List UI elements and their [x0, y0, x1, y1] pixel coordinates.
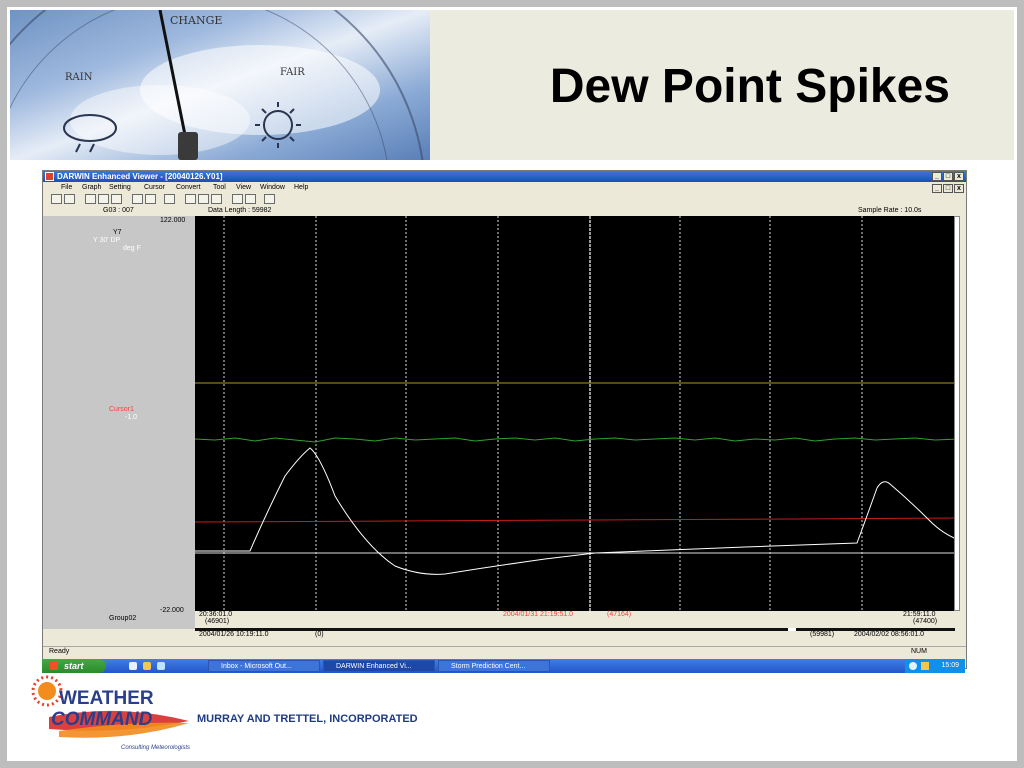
cursor-tool-icon[interactable] — [164, 194, 175, 204]
barometer-change-label: CHANGE — [170, 14, 222, 27]
filter-icon[interactable] — [111, 194, 122, 204]
sample-rate: Sample Rate : 10.0s — [858, 207, 922, 214]
channel-id: G03 : 007 — [103, 207, 134, 214]
layout-3-icon[interactable] — [211, 194, 222, 204]
child-minimize-button[interactable]: _ — [932, 184, 942, 193]
menu-cursor[interactable]: Cursor — [144, 182, 165, 193]
cursor-label: Cursor1 — [109, 406, 134, 413]
settings-icon[interactable] — [245, 194, 256, 204]
clock: 15:09 — [941, 662, 959, 669]
darwin-viewer-window: DARWIN Enhanced Viewer - [20040126.Y01] … — [42, 170, 967, 669]
system-tray: 15:09 — [905, 659, 965, 673]
sunburst-icon — [31, 675, 63, 707]
logo-tagline: Consulting Meteorologists — [121, 745, 190, 751]
range-end-index: (59981) — [810, 631, 835, 638]
channel-description: Y 30' DP — [93, 237, 121, 244]
slide: CHANGE RAIN FAIR Dew Point Spikes DARWIN… — [7, 7, 1017, 761]
menubar: File Graph Setting Cursor Convert Tool V… — [43, 182, 966, 193]
windows-logo-icon — [50, 662, 58, 670]
horizontal-scrollbar[interactable] — [195, 628, 955, 631]
menu-file[interactable]: File — [61, 182, 72, 193]
cursor-index: (47164) — [607, 611, 632, 618]
child-restore-button[interactable]: □ — [943, 184, 953, 193]
barometer-illustration: CHANGE RAIN FAIR — [10, 10, 424, 160]
y-min-label: -22.000 — [160, 607, 184, 614]
end-time: 21:59:11.0 — [903, 611, 936, 618]
start-index: (46901) — [205, 618, 230, 625]
refresh-icon[interactable] — [98, 194, 109, 204]
group-label: Group02 — [109, 615, 137, 622]
layout-1-icon[interactable] — [185, 194, 196, 204]
y-max-label: 122.000 — [160, 217, 186, 224]
slide-title: Dew Point Spikes — [549, 60, 950, 113]
menu-view[interactable]: View — [236, 182, 251, 193]
menu-tool[interactable]: Tool — [213, 182, 226, 193]
range-end: 2004/02/02 08:56:01.0 — [854, 631, 925, 638]
print-icon[interactable] — [64, 194, 75, 204]
app-icon — [45, 172, 54, 181]
barometer-fair-label: FAIR — [280, 67, 305, 78]
minimize-button[interactable]: _ — [932, 172, 942, 181]
logo-command-text: COMMAND — [51, 709, 153, 730]
channel-info-panel: 122.000 Y7 Y 30' DP deg F Cursor1 -1.0 -… — [43, 216, 195, 629]
window-title: DARWIN Enhanced Viewer - [20040126.Y01] — [57, 172, 223, 181]
cursor-value: -1.0 — [125, 414, 138, 421]
open-icon[interactable] — [51, 194, 62, 204]
save-icon[interactable] — [85, 194, 96, 204]
range-start-index: (0) — [315, 631, 324, 638]
menu-setting[interactable]: Setting — [109, 182, 131, 193]
end-index: (47400) — [913, 618, 938, 625]
start-time: 20:36:01.0 — [199, 611, 233, 618]
menu-convert[interactable]: Convert — [176, 182, 201, 193]
range-start: 2004/01/26 10:19:11.0 — [199, 631, 269, 638]
tray-network-icon[interactable] — [909, 662, 917, 670]
menu-help[interactable]: Help — [294, 182, 308, 193]
logo-weather-text: WEATHER — [59, 688, 154, 709]
channel-name: Y7 — [113, 229, 122, 236]
close-button[interactable]: x — [954, 172, 964, 181]
quick-launch-desktop-icon[interactable] — [157, 662, 165, 670]
zoom-out-icon[interactable] — [145, 194, 156, 204]
status-text: Ready — [49, 648, 70, 655]
export-icon[interactable] — [232, 194, 243, 204]
status-bar: Ready NUM — [43, 646, 966, 657]
barometer-header-image: CHANGE RAIN FAIR — [10, 10, 430, 160]
channel-unit: deg F — [123, 245, 141, 252]
data-length: Data Length : 59982 — [208, 207, 272, 214]
vertical-scrollbar[interactable] — [954, 216, 960, 611]
horizontal-scroll-thumb[interactable] — [788, 628, 796, 631]
help-icon[interactable] — [264, 194, 275, 204]
graph-plot-area[interactable] — [195, 216, 959, 611]
weather-command-logo-graphic: WEATHER COMMAND Consulting Meteorologist… — [31, 675, 190, 751]
taskbar-item-storm-prediction[interactable]: Storm Prediction Cent... — [438, 660, 550, 672]
num-lock-indicator: NUM — [911, 648, 927, 655]
barometer-rain-label: RAIN — [65, 72, 93, 83]
menu-graph[interactable]: Graph — [82, 182, 101, 193]
quick-launch-outlook-icon[interactable] — [143, 662, 151, 670]
window-titlebar[interactable]: DARWIN Enhanced Viewer - [20040126.Y01] … — [43, 171, 966, 182]
menu-window[interactable]: Window — [260, 182, 285, 193]
child-close-button[interactable]: x — [954, 184, 964, 193]
maximize-button[interactable]: □ — [943, 172, 953, 181]
zoom-in-icon[interactable] — [132, 194, 143, 204]
tray-volume-icon[interactable] — [921, 662, 929, 670]
company-name: MURRAY AND TRETTEL, INCORPORATED — [197, 713, 418, 725]
quick-launch-ie-icon[interactable] — [129, 662, 137, 670]
graph-info-bar: G03 : 007 Data Length : 59982 Sample Rat… — [43, 206, 966, 216]
toolbar — [43, 193, 966, 206]
layout-2-icon[interactable] — [198, 194, 209, 204]
cursor-time: 2004/01/31 21:19:51.0 — [503, 611, 574, 618]
